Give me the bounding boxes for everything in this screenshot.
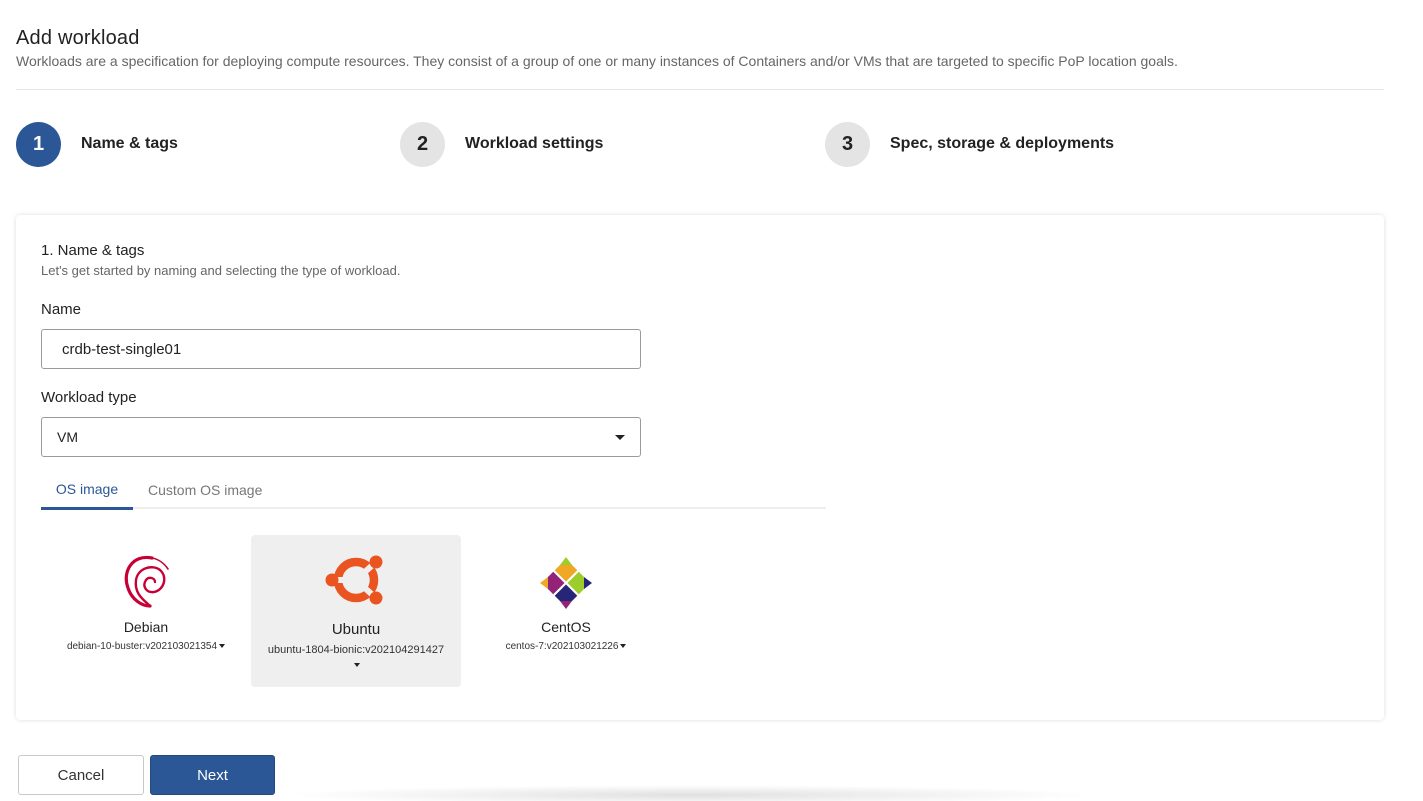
page-description: Workloads are a specification for deploy… xyxy=(16,53,1178,69)
page-title: Add workload xyxy=(16,27,140,49)
os-card-ubuntu[interactable]: Ubuntu ubuntu-1804-bionic:v202104291427 xyxy=(251,535,461,687)
next-button[interactable]: Next xyxy=(150,755,275,795)
chevron-down-icon xyxy=(620,644,627,649)
workload-type-select[interactable]: VM xyxy=(41,417,641,457)
os-version: ubuntu-1804-bionic:v202104291427 xyxy=(267,644,445,656)
workload-type-label: Workload type xyxy=(41,389,137,406)
ubuntu-circle-of-friends-icon xyxy=(251,550,461,610)
chevron-down-icon xyxy=(615,434,625,440)
os-name: Debian xyxy=(123,619,169,635)
os-image-tabs: OS image Custom OS image xyxy=(41,471,826,510)
os-version-selector[interactable]: debian-10-buster:v202103021354 xyxy=(56,640,236,653)
os-version-selector[interactable]: centos-7:v202103021226 xyxy=(461,640,671,653)
workload-type-value: VM xyxy=(57,429,78,445)
step-number: 2 xyxy=(400,121,445,167)
os-version-selector[interactable]: ubuntu-1804-bionic:v202104291427 xyxy=(266,643,446,673)
os-card-centos[interactable]: CentOS centos-7:v202103021226 xyxy=(461,535,671,687)
os-card-debian[interactable]: Debian debian-10-buster:v202103021354 xyxy=(41,535,251,687)
centos-pinwheel-icon xyxy=(461,553,671,613)
name-label: Name xyxy=(41,301,82,318)
step-name-tags[interactable]: 1 Name & tags xyxy=(16,121,178,167)
section-description: Let's get started by naming and selectin… xyxy=(41,263,401,278)
chevron-down-icon xyxy=(219,644,226,649)
step-workload-settings[interactable]: 2 Workload settings xyxy=(400,121,603,167)
step-number: 3 xyxy=(825,121,870,167)
name-input[interactable] xyxy=(41,329,641,369)
step-number: 1 xyxy=(16,121,61,167)
step-spec-storage-deployments[interactable]: 3 Spec, storage & deployments xyxy=(825,121,1114,167)
os-version: debian-10-buster:v202103021354 xyxy=(66,641,218,652)
tab-os-image[interactable]: OS image xyxy=(41,471,133,510)
step-label: Workload settings xyxy=(465,135,604,152)
step-label: Name & tags xyxy=(81,135,178,152)
header-divider xyxy=(16,89,1384,90)
bottom-shadow xyxy=(280,785,1100,801)
form-card: 1. Name & tags Let's get started by nami… xyxy=(16,215,1384,720)
cancel-button[interactable]: Cancel xyxy=(18,755,144,795)
step-label: Spec, storage & deployments xyxy=(890,135,1115,152)
chevron-down-icon xyxy=(354,663,360,668)
tab-custom-os-image[interactable]: Custom OS image xyxy=(148,471,262,509)
os-name: CentOS xyxy=(541,619,591,635)
os-version: centos-7:v202103021226 xyxy=(505,641,619,652)
section-title: 1. Name & tags xyxy=(41,242,145,259)
debian-swirl-icon xyxy=(41,550,251,610)
os-name: Ubuntu xyxy=(331,621,381,638)
